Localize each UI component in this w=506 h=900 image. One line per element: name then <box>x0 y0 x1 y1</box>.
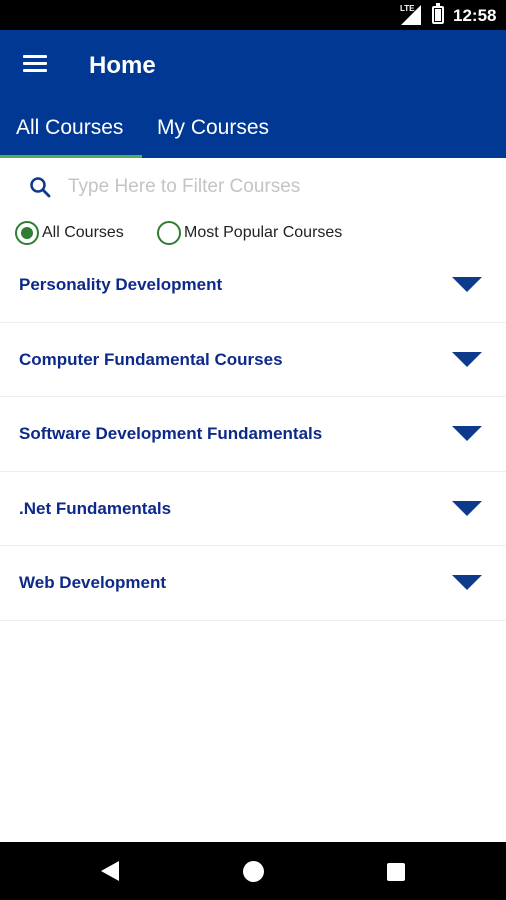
app-bar: Home <box>0 30 506 100</box>
course-row[interactable]: Software Development Fundamentals <box>0 397 506 472</box>
course-title: .Net Fundamentals <box>19 498 172 518</box>
chevron-down-icon[interactable] <box>452 277 482 292</box>
home-icon[interactable] <box>243 861 264 882</box>
radio-most-popular-courses[interactable] <box>157 221 181 245</box>
tab-bar: All Courses My Courses <box>0 100 506 158</box>
radio-selected-dot <box>21 227 33 239</box>
recent-apps-icon[interactable] <box>387 863 405 881</box>
signal-icon <box>401 5 421 25</box>
course-row[interactable]: .Net Fundamentals <box>0 472 506 546</box>
course-title: Computer Fundamental Courses <box>19 349 283 369</box>
chevron-down-icon[interactable] <box>452 351 482 367</box>
radio-all-courses[interactable] <box>15 221 39 245</box>
course-list: Personality Development Computer Fundame… <box>0 248 506 621</box>
tab-indicator <box>0 155 142 158</box>
course-row[interactable]: Personality Development <box>0 248 506 323</box>
chevron-down-icon[interactable] <box>452 575 482 590</box>
back-icon[interactable] <box>101 861 119 881</box>
tab-all-courses[interactable]: All Courses <box>16 116 123 140</box>
battery-icon <box>432 3 444 24</box>
course-title: Web Development <box>19 573 167 592</box>
course-title: Software Development Fundamentals <box>19 424 323 443</box>
system-nav-bar <box>0 842 506 900</box>
menu-icon[interactable] <box>23 55 47 73</box>
tab-my-courses[interactable]: My Courses <box>157 116 269 140</box>
course-row[interactable]: Computer Fundamental Courses <box>0 323 506 397</box>
radio-label-all-courses[interactable]: All Courses <box>42 224 124 242</box>
page-title: Home <box>89 52 156 79</box>
radio-label-most-popular-courses[interactable]: Most Popular Courses <box>184 224 342 242</box>
clock: 12:58 <box>453 6 497 25</box>
search-input[interactable] <box>68 171 488 203</box>
search-icon[interactable] <box>28 175 52 199</box>
course-row[interactable]: Web Development <box>0 546 506 621</box>
search-bar <box>0 165 506 209</box>
filter-radio-group: All Courses Most Popular Courses <box>0 218 506 248</box>
chevron-down-icon[interactable] <box>452 500 482 516</box>
status-bar: LTE 12:58 <box>0 0 506 30</box>
chevron-down-icon[interactable] <box>452 426 482 441</box>
course-title: Personality Development <box>19 275 223 294</box>
